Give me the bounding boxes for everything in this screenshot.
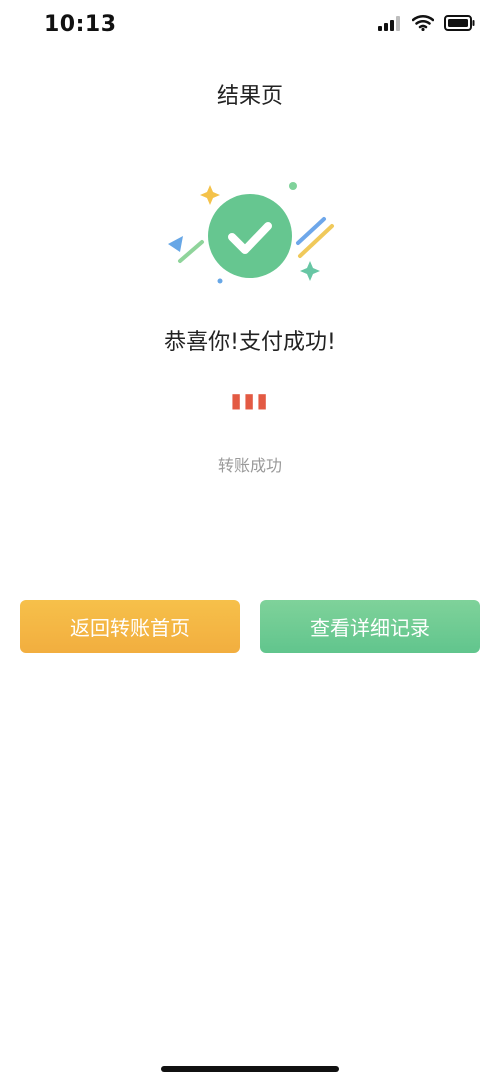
battery-icon: [444, 15, 476, 35]
status-bar: 10:13: [0, 0, 500, 52]
status-icons: [378, 14, 476, 36]
back-to-transfer-home-label: 返回转账首页: [70, 616, 190, 640]
success-message: 恭喜你!支付成功!: [164, 330, 336, 355]
home-indicator: [161, 1066, 339, 1072]
amount-value: ▮▮▮: [230, 388, 270, 412]
status-time: 10:13: [44, 12, 117, 37]
success-illustration: [160, 178, 340, 288]
page-title: 结果页: [216, 84, 283, 109]
view-details-label: 查看详细记录: [310, 616, 430, 640]
view-details-button[interactable]: 查看详细记录: [260, 600, 480, 653]
check-circle-icon: [168, 182, 334, 284]
signal-icon: [378, 15, 402, 35]
wifi-icon: [411, 15, 435, 35]
back-to-transfer-home-button[interactable]: 返回转账首页: [20, 600, 240, 653]
transfer-status: 转账成功: [217, 456, 282, 475]
